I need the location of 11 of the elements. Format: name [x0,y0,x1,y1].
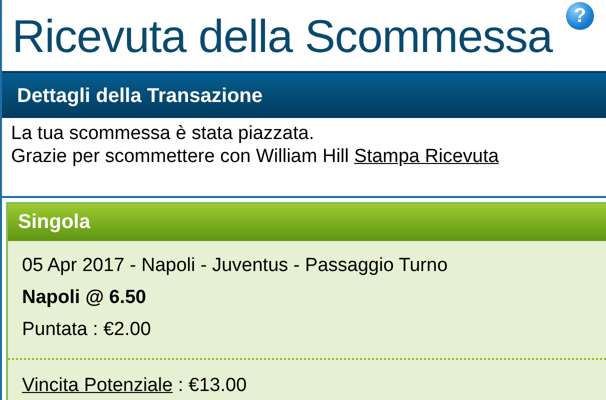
section-title: Dettagli della Transazione [17,84,263,109]
potential-win-link[interactable]: Vincita Potenziale [22,374,173,396]
stake-amount: Puntata : €2.00 [22,318,152,342]
print-receipt-link[interactable]: Stampa Ricevuta [354,146,499,168]
event-details: 05 Apr 2017 - Napoli - Juventus - Passaggio Turno [22,254,449,278]
confirmation-message: La tua scommessa è stata piazzata. [11,122,316,146]
thanks-message: Grazie per scommettere con William Hill Stampa Ricevuta [11,145,500,168]
bet-type: Singola [18,210,90,235]
bet-selection: Napoli @ 6.50 [22,286,148,310]
potential-win: Vincita Potenziale : €13.00 [22,374,248,398]
page-title: Ricevuta della Scommessa [12,12,552,59]
